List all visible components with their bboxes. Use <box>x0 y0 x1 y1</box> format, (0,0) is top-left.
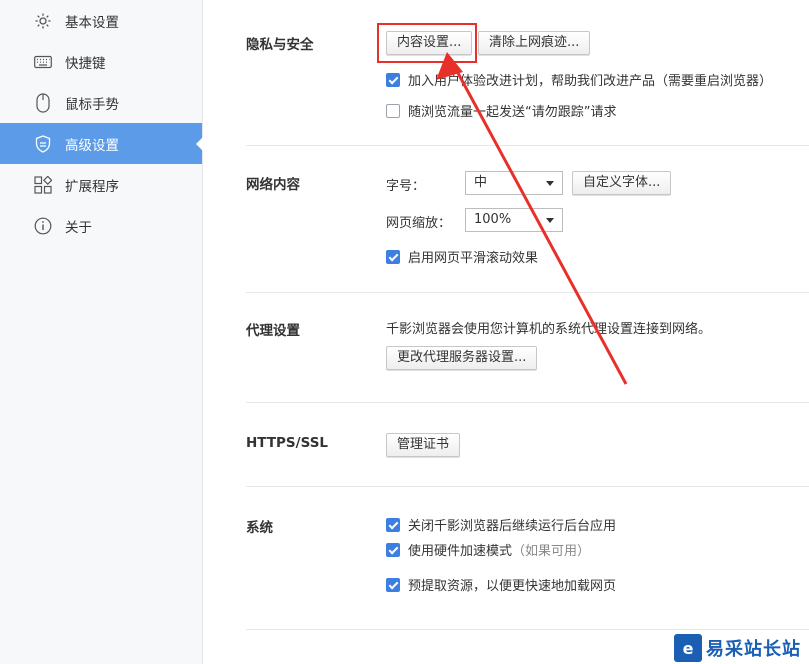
smooth-scroll-label: 启用网页平滑滚动效果 <box>408 251 539 266</box>
section-divider <box>246 486 809 487</box>
background-apps-checkbox-row[interactable]: 关闭千影浏览器后继续运行后台应用 <box>386 515 616 534</box>
watermark: e 易采站长站 <box>674 632 809 664</box>
manage-certificates-button[interactable]: 管理证书 <box>386 433 461 457</box>
sidebar-item-extensions[interactable]: 扩展程序 <box>0 164 202 205</box>
section-divider <box>246 629 809 630</box>
section-divider <box>246 402 809 403</box>
hardware-acceleration-checkbox-row[interactable]: 使用硬件加速模式 （如果可用） <box>386 540 590 559</box>
https-section-title: HTTPS/SSL <box>246 435 329 451</box>
smooth-scroll-checkbox-row[interactable]: 启用网页平滑滚动效果 <box>386 247 538 266</box>
shield-icon <box>33 134 53 154</box>
sidebar-item-mouse-gestures[interactable]: 鼠标手势 <box>0 82 202 123</box>
prefetch-label: 预提取资源，以便更快速地加载网页 <box>408 579 617 594</box>
sidebar-item-label: 鼠标手势 <box>65 97 119 113</box>
chevron-down-icon <box>546 181 554 186</box>
proxy-description: 千影浏览器会使用您计算机的系统代理设置连接到网络。 <box>386 322 712 337</box>
proxy-section-title: 代理设置 <box>246 323 300 339</box>
mouse-icon <box>33 93 53 113</box>
font-size-label: 字号： <box>386 179 426 194</box>
web-content-section-title: 网络内容 <box>246 177 300 193</box>
background-apps-checkbox[interactable] <box>386 517 400 532</box>
sidebar-item-label: 扩展程序 <box>65 179 119 195</box>
hardware-acceleration-label: 使用硬件加速模式 <box>408 544 513 559</box>
sidebar-item-about[interactable]: 关于 <box>0 205 202 246</box>
hardware-acceleration-hint: （如果可用） <box>512 544 591 559</box>
custom-font-button[interactable]: 自定义字体... <box>572 171 672 195</box>
watermark-logo-icon: e <box>674 634 702 662</box>
sidebar-item-label: 基本设置 <box>65 15 119 31</box>
do-not-track-label: 随浏览流量一起发送“请勿跟踪”请求 <box>408 105 617 120</box>
ux-improvement-checkbox[interactable] <box>386 72 400 87</box>
font-size-select[interactable]: 中 <box>465 171 563 195</box>
page-zoom-value: 100% <box>474 212 512 227</box>
ux-improvement-checkbox-row[interactable]: 加入用户体验改进计划，帮助我们改进产品（需要重启浏览器） <box>386 70 772 89</box>
privacy-section-title: 隐私与安全 <box>246 37 314 53</box>
sidebar-item-label: 高级设置 <box>65 138 119 154</box>
page-zoom-select[interactable]: 100% <box>465 208 563 232</box>
prefetch-checkbox[interactable] <box>386 577 400 592</box>
sidebar-item-basic-settings[interactable]: 基本设置 <box>0 0 202 41</box>
gear-icon <box>33 11 53 31</box>
sidebar-item-label: 快捷键 <box>65 56 106 72</box>
ux-improvement-label: 加入用户体验改进计划，帮助我们改进产品（需要重启浏览器） <box>408 74 773 89</box>
sidebar-item-shortcuts[interactable]: 快捷键 <box>0 41 202 82</box>
page-zoom-label: 网页缩放： <box>386 216 452 231</box>
do-not-track-checkbox-row[interactable]: 随浏览流量一起发送“请勿跟踪”请求 <box>386 101 616 120</box>
keyboard-icon <box>33 52 53 72</box>
system-section-title: 系统 <box>246 520 273 536</box>
clear-browsing-traces-button[interactable]: 清除上网痕迹... <box>478 31 591 55</box>
hardware-acceleration-checkbox[interactable] <box>386 542 400 557</box>
extensions-icon <box>33 175 53 195</box>
smooth-scroll-checkbox[interactable] <box>386 249 400 264</box>
change-proxy-settings-button[interactable]: 更改代理服务器设置... <box>386 346 538 370</box>
sidebar-item-label: 关于 <box>65 220 92 236</box>
background-apps-label: 关闭千影浏览器后继续运行后台应用 <box>408 519 617 534</box>
chevron-down-icon <box>546 218 554 223</box>
font-size-value: 中 <box>474 175 488 190</box>
section-divider <box>246 292 809 293</box>
watermark-text: 易采站长站 <box>706 639 801 660</box>
annotation-highlight-box <box>377 23 477 63</box>
prefetch-checkbox-row[interactable]: 预提取资源，以便更快速地加载网页 <box>386 575 616 594</box>
do-not-track-checkbox[interactable] <box>386 103 400 118</box>
sidebar-item-advanced-settings[interactable]: 高级设置 <box>0 123 203 164</box>
info-icon <box>33 216 53 236</box>
section-divider <box>246 145 809 146</box>
sidebar: 基本设置 快捷键 鼠标手势 高级设置 扩展程序 关于 <box>0 0 203 664</box>
